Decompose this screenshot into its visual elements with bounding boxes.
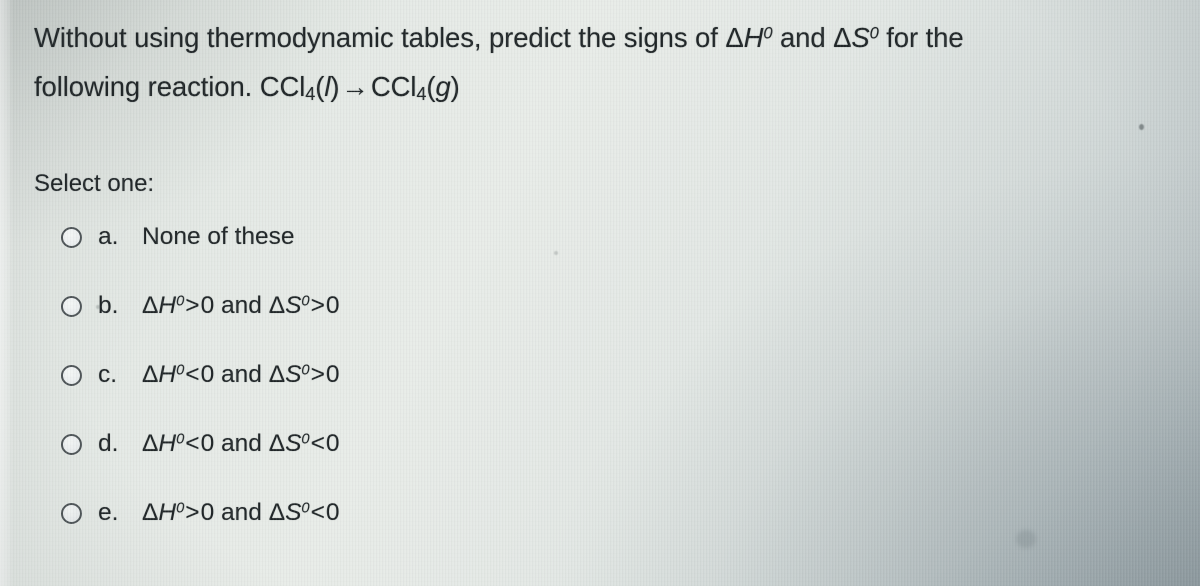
- option-text-c: ΔH0<0 and ΔS0>0: [142, 360, 661, 390]
- question-text-line-1: Without using thermodynamic tables, pred…: [34, 24, 964, 52]
- h-compare-value: 0: [200, 292, 215, 319]
- select-one-label: Select one:: [34, 170, 155, 197]
- h-comparison-operator: <: [185, 430, 200, 457]
- delta-s-symbol: ΔS0: [833, 22, 879, 53]
- question-text-line-2: following reaction. CCl4(l)→CCl4(g): [34, 71, 460, 104]
- s-comparison-operator: <: [310, 499, 325, 526]
- radio-button-d[interactable]: [61, 434, 82, 455]
- delta-h-symbol: ΔH0: [142, 499, 185, 526]
- question-stem-tail: for the: [878, 22, 964, 53]
- conjunction-and: and: [772, 22, 834, 53]
- delta-h-symbol: ΔH0: [142, 292, 185, 319]
- radio-button-a[interactable]: [61, 227, 82, 248]
- reaction-arrow-icon: →: [341, 71, 369, 102]
- s-comparison-operator: >: [310, 361, 325, 388]
- reaction-prefix-text: following reaction.: [34, 71, 260, 102]
- s-compare-value: 0: [325, 499, 340, 526]
- radio-button-c[interactable]: [61, 365, 82, 386]
- s-compare-value: 0: [325, 430, 340, 457]
- reactant-species: CCl4(l): [259, 71, 340, 104]
- conjunction-and: and: [214, 430, 269, 457]
- conjunction-and: and: [214, 361, 269, 388]
- h-compare-value: 0: [200, 499, 215, 526]
- option-text-b: ΔH0>0 and ΔS0>0: [142, 291, 661, 321]
- h-compare-value: 0: [200, 361, 215, 388]
- option-letter-b: b.: [98, 292, 119, 319]
- option-text-a: None of these: [142, 223, 295, 250]
- answer-option-b[interactable]: b. ΔH0>0 and ΔS0>0: [61, 291, 661, 360]
- answer-option-c[interactable]: c. ΔH0<0 and ΔS0>0: [61, 360, 661, 429]
- h-comparison-operator: >: [185, 499, 200, 526]
- option-letter-c: c.: [98, 361, 118, 388]
- answer-option-d[interactable]: d. ΔH0<0 and ΔS0<0: [61, 429, 661, 498]
- h-compare-value: 0: [200, 430, 215, 457]
- product-species: CCl4(g): [370, 71, 460, 104]
- delta-s-symbol: ΔS0: [268, 499, 310, 526]
- radio-button-e[interactable]: [61, 503, 82, 524]
- option-letter-a: a.: [98, 223, 119, 250]
- answer-option-a[interactable]: a. None of these: [61, 222, 661, 291]
- s-comparison-operator: <: [310, 430, 325, 457]
- s-comparison-operator: >: [310, 292, 325, 319]
- option-text-d: ΔH0<0 and ΔS0<0: [142, 429, 661, 459]
- radio-button-b[interactable]: [61, 296, 82, 317]
- delta-s-symbol: ΔS0: [268, 430, 310, 457]
- question-stem-text: Without using thermodynamic tables, pred…: [34, 22, 726, 53]
- photographed-screen: Without using thermodynamic tables, pred…: [0, 0, 1200, 586]
- delta-h-symbol: ΔH0: [142, 361, 185, 388]
- s-compare-value: 0: [325, 361, 340, 388]
- delta-s-symbol: ΔS0: [268, 292, 310, 319]
- delta-h-symbol: ΔH0: [142, 430, 185, 457]
- option-letter-e: e.: [98, 499, 119, 526]
- delta-h-symbol: ΔH0: [725, 22, 773, 53]
- delta-s-symbol: ΔS0: [268, 361, 310, 388]
- answer-options-list: a. None of these b. ΔH0>0 and ΔS0>0 c. Δ…: [61, 222, 661, 567]
- h-comparison-operator: <: [185, 361, 200, 388]
- question-content: Without using thermodynamic tables, pred…: [0, 0, 1200, 586]
- conjunction-and: and: [214, 499, 269, 526]
- s-compare-value: 0: [325, 292, 340, 319]
- h-comparison-operator: >: [185, 292, 200, 319]
- conjunction-and: and: [214, 292, 269, 319]
- answer-option-e[interactable]: e. ΔH0>0 and ΔS0<0: [61, 498, 661, 567]
- option-letter-d: d.: [98, 430, 119, 457]
- option-text-e: ΔH0>0 and ΔS0<0: [142, 498, 661, 528]
